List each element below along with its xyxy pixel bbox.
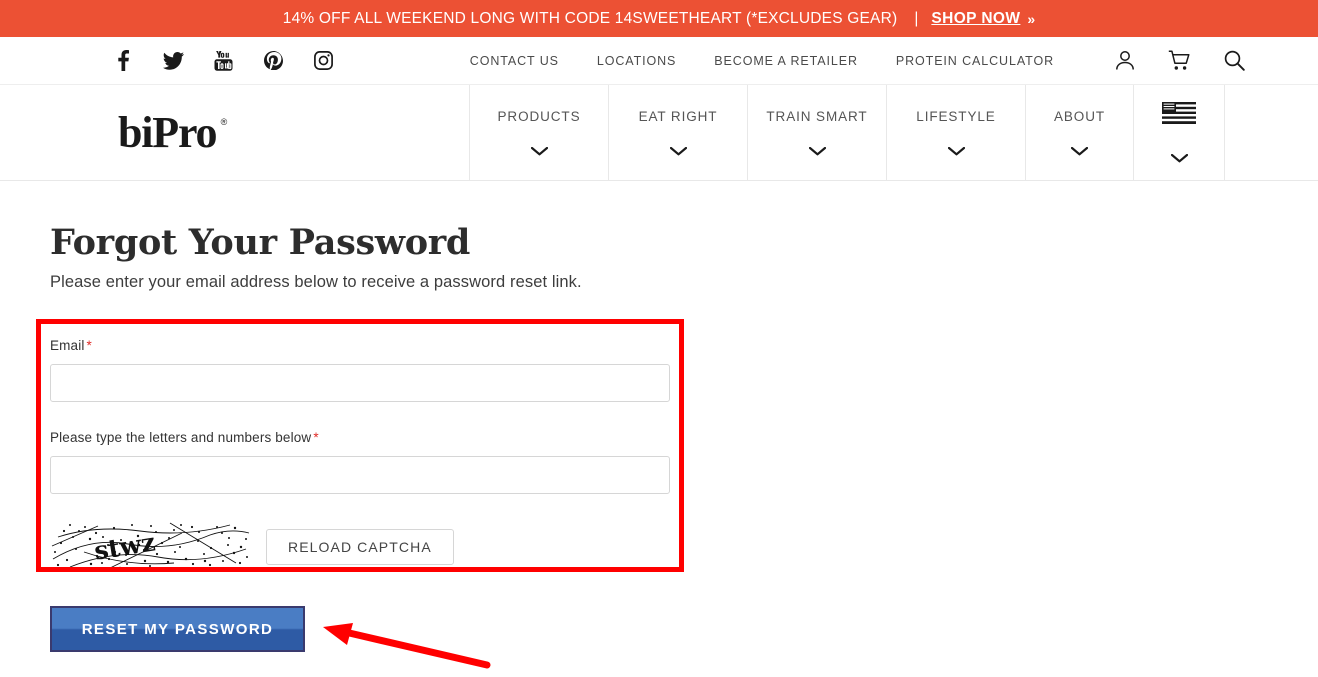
captcha-label-text: Please type the letters and numbers belo… xyxy=(50,430,312,446)
utility-links: CONTACT US LOCATIONS BECOME A RETAILER P… xyxy=(451,54,1073,68)
utility-icons xyxy=(1097,50,1262,71)
logo-text: biPro xyxy=(118,107,218,157)
page-content: Forgot Your Password Please enter your e… xyxy=(0,181,1318,653)
main-navigation: PRODUCTS EAT RIGHT TRAIN SMART LIFESTYLE xyxy=(470,85,1225,180)
chevron-down-icon xyxy=(669,143,687,161)
promo-separator: | xyxy=(914,9,919,27)
reload-captcha-button[interactable]: Reload captcha xyxy=(266,528,454,565)
nav-label-products: PRODUCTS xyxy=(497,108,581,124)
chevron-right-icon[interactable]: » xyxy=(1020,11,1035,27)
search-icon[interactable] xyxy=(1207,50,1262,71)
captcha-row: stwz Reload captcha xyxy=(50,519,698,575)
youtube-icon[interactable] xyxy=(198,50,248,71)
promo-banner: 14% OFF ALL WEEKEND LONG WITH CODE 14SWE… xyxy=(0,0,1318,37)
chevron-down-icon xyxy=(808,143,826,161)
utility-link-contact-us[interactable]: CONTACT US xyxy=(451,54,578,68)
nav-item-train-smart[interactable]: TRAIN SMART xyxy=(748,85,887,180)
nav-item-lifestyle[interactable]: LIFESTYLE xyxy=(887,85,1026,180)
utility-link-protein-calculator[interactable]: PROTEIN CALCULATOR xyxy=(877,54,1073,68)
required-marker: * xyxy=(86,338,92,354)
captcha-input[interactable] xyxy=(50,456,670,495)
site-logo[interactable]: biPro ® xyxy=(118,107,227,157)
nav-item-about[interactable]: ABOUT xyxy=(1026,85,1134,180)
main-header: biPro ® PRODUCTS EAT RIGHT TRAIN SMART L… xyxy=(0,85,1318,181)
page-subtitle: Please enter your email address below to… xyxy=(50,273,582,292)
pinterest-icon[interactable] xyxy=(248,51,298,70)
forgot-password-form: Email * Please type the letters and numbe… xyxy=(50,320,698,653)
chevron-down-icon xyxy=(1170,150,1188,168)
nav-label-about: ABOUT xyxy=(1053,108,1105,124)
nav-label-eat-right: EAT RIGHT xyxy=(638,108,718,124)
nav-item-eat-right[interactable]: EAT RIGHT xyxy=(609,85,748,180)
account-icon[interactable] xyxy=(1097,50,1152,71)
cart-icon[interactable] xyxy=(1152,50,1207,71)
chevron-down-icon xyxy=(530,143,548,161)
shop-now-link[interactable]: SHOP NOW xyxy=(931,10,1020,28)
utility-link-locations[interactable]: LOCATIONS xyxy=(578,54,695,68)
chevron-down-icon xyxy=(1070,143,1089,161)
logo-zone: biPro ® xyxy=(0,85,470,180)
registered-trademark-icon: ® xyxy=(220,116,228,127)
page-title: Forgot Your Password xyxy=(50,222,471,263)
nav-label-lifestyle: LIFESTYLE xyxy=(916,108,996,124)
nav-label-train-smart: TRAIN SMART xyxy=(766,108,868,124)
nav-item-country-selector[interactable] xyxy=(1134,85,1225,180)
utility-link-become-a-retailer[interactable]: BECOME A RETAILER xyxy=(695,54,877,68)
utility-bar: CONTACT US LOCATIONS BECOME A RETAILER P… xyxy=(0,37,1318,85)
required-marker: * xyxy=(313,430,319,446)
email-input[interactable] xyxy=(50,364,670,403)
reset-my-password-button[interactable]: Reset My Password xyxy=(50,606,305,653)
captcha-label: Please type the letters and numbers belo… xyxy=(50,430,698,445)
promo-text: 14% OFF ALL WEEKEND LONG WITH CODE 14SWE… xyxy=(282,9,898,27)
instagram-icon[interactable] xyxy=(298,51,348,70)
us-flag-icon xyxy=(1162,101,1196,129)
social-links xyxy=(98,50,348,71)
nav-item-products[interactable]: PRODUCTS xyxy=(470,85,609,180)
twitter-icon[interactable] xyxy=(148,51,198,70)
email-label-text: Email xyxy=(50,338,85,354)
email-field-block: Email * xyxy=(50,338,698,403)
captcha-image: stwz xyxy=(50,519,251,575)
captcha-field-block: Please type the letters and numbers belo… xyxy=(50,430,698,495)
email-label: Email * xyxy=(50,338,698,353)
facebook-icon[interactable] xyxy=(98,50,148,71)
chevron-down-icon xyxy=(947,143,965,161)
submit-wrap: Reset My Password xyxy=(50,606,698,653)
